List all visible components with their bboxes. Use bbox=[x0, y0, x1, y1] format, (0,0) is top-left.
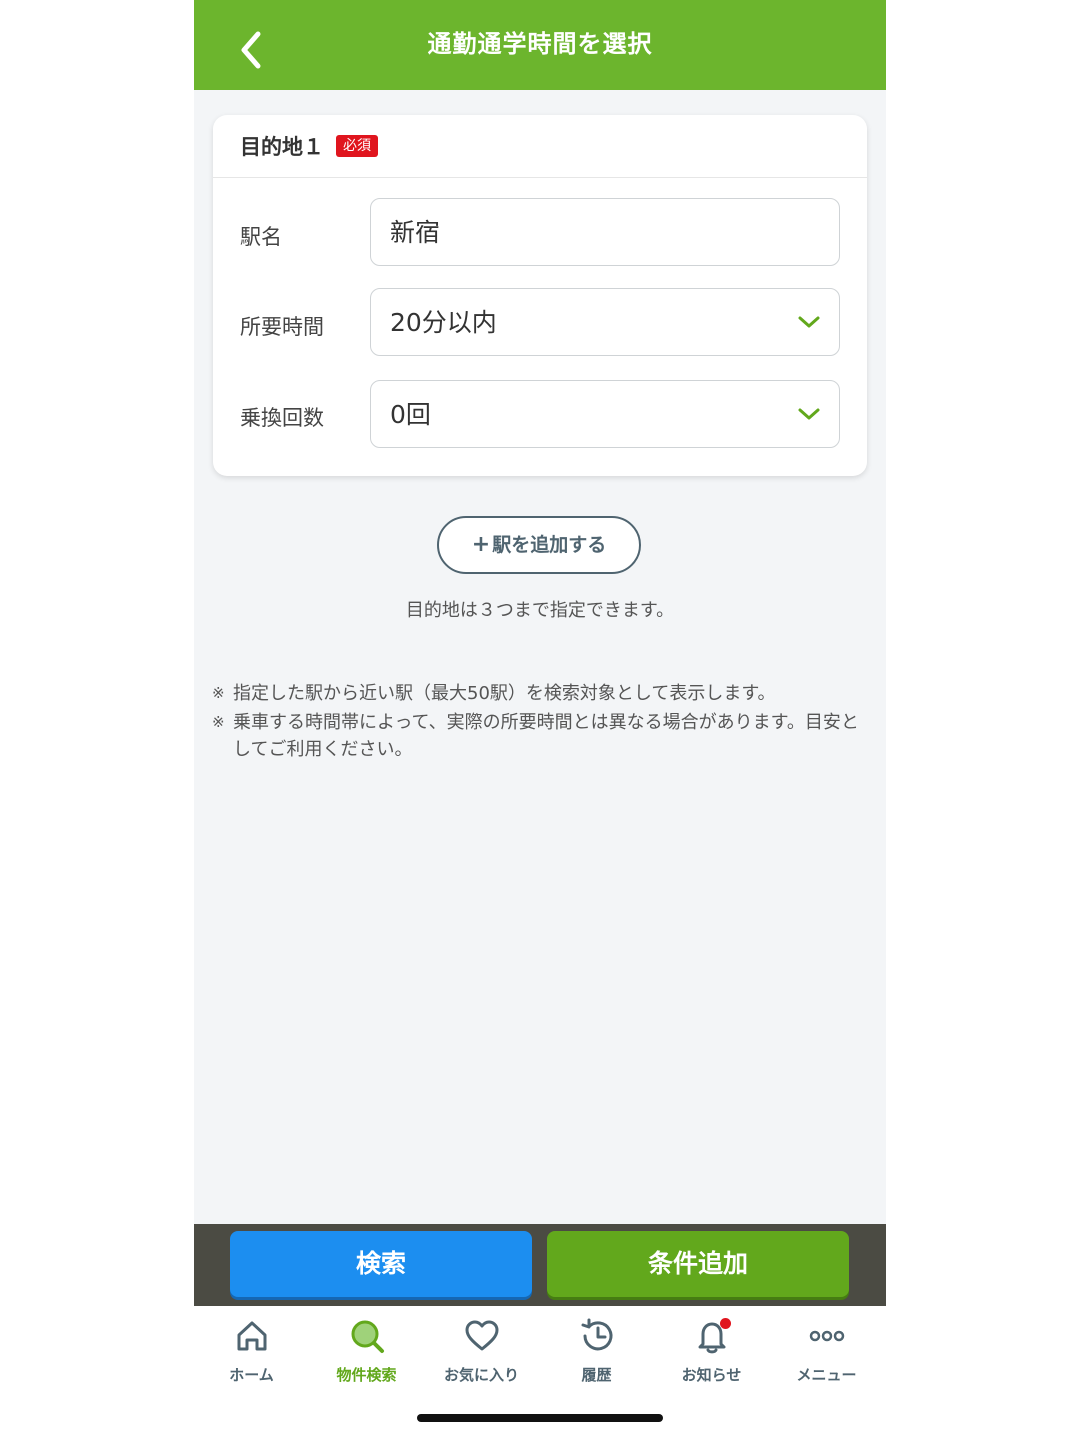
tab-notifications[interactable]: お知らせ bbox=[654, 1316, 769, 1396]
history-icon bbox=[581, 1318, 612, 1351]
tab-property-search[interactable]: 物件検索 bbox=[309, 1316, 424, 1396]
more-icon bbox=[809, 1330, 844, 1342]
tab-home-label: ホーム bbox=[229, 1366, 274, 1384]
tab-home[interactable]: ホーム bbox=[194, 1316, 309, 1396]
tab-history[interactable]: 履歴 bbox=[539, 1316, 654, 1396]
home-icon bbox=[237, 1321, 266, 1351]
plus-icon: + bbox=[471, 532, 491, 557]
tab-favorites[interactable]: お気に入り bbox=[424, 1316, 539, 1396]
header-bar: 通勤通学時間を選択 bbox=[194, 0, 886, 90]
transfers-select[interactable]: 0回 bbox=[370, 380, 840, 448]
tab-notifications-label: お知らせ bbox=[681, 1366, 742, 1384]
required-badge: 必須 bbox=[336, 135, 378, 157]
station-input[interactable]: 新宿 bbox=[370, 198, 840, 266]
transfers-value: 0回 bbox=[390, 400, 431, 429]
time-value: 20分以内 bbox=[390, 308, 497, 337]
heart-icon bbox=[465, 1320, 498, 1351]
add-station-label: 駅を追加する bbox=[492, 534, 607, 556]
chevron-down-icon bbox=[798, 316, 820, 328]
action-bar: 検索 条件追加 bbox=[194, 1224, 886, 1306]
home-indicator bbox=[417, 1414, 663, 1422]
notes: ※ 指定した駅から近い駅（最大50駅）を検索対象として表示します。 ※ 乗車する… bbox=[212, 680, 872, 765]
time-select[interactable]: 20分以内 bbox=[370, 288, 840, 356]
destination-limit-hint: 目的地は３つまで指定できます。 bbox=[405, 600, 675, 621]
note-text: 指定した駅から近い駅（最大50駅）を検索対象として表示します。 bbox=[233, 683, 776, 704]
time-label: 所要時間 bbox=[240, 315, 324, 339]
station-label: 駅名 bbox=[240, 225, 282, 249]
destination-card: 目的地１ 必須 駅名 新宿 所要時間 20分以内 乗換回数 0回 bbox=[213, 115, 867, 476]
chevron-down-icon bbox=[798, 408, 820, 420]
note-item: ※ 乗車する時間帯によって、実際の所要時間とは異なる場合があります。目安としてご… bbox=[212, 709, 872, 763]
note-text: 乗車する時間帯によって、実際の所要時間とは異なる場合があります。目安としてご利用… bbox=[233, 712, 859, 760]
note-mark: ※ bbox=[212, 684, 225, 702]
notification-dot bbox=[720, 1318, 731, 1329]
tab-menu[interactable]: メニュー bbox=[769, 1316, 884, 1396]
tab-menu-label: メニュー bbox=[796, 1366, 857, 1384]
tab-favorites-label: お気に入り bbox=[443, 1366, 519, 1384]
search-icon bbox=[351, 1320, 384, 1353]
station-value: 新宿 bbox=[390, 218, 441, 247]
destination-title: 目的地１ bbox=[240, 135, 324, 159]
search-button[interactable]: 検索 bbox=[230, 1231, 532, 1297]
page-title: 通勤通学時間を選択 bbox=[427, 30, 653, 58]
destination-card-header: 目的地１ 必須 bbox=[213, 115, 867, 178]
app-screen: 通勤通学時間を選択 目的地１ 必須 駅名 新宿 所要時間 20分以内 乗換回数 … bbox=[194, 0, 886, 1440]
add-condition-button[interactable]: 条件追加 bbox=[547, 1231, 849, 1297]
note-item: ※ 指定した駅から近い駅（最大50駅）を検索対象として表示します。 bbox=[212, 680, 872, 707]
note-mark: ※ bbox=[212, 713, 225, 731]
transfers-label: 乗換回数 bbox=[240, 406, 324, 430]
add-station-button[interactable]: + 駅を追加する bbox=[437, 516, 641, 574]
tab-property-search-label: 物件検索 bbox=[336, 1366, 397, 1384]
tab-history-label: 履歴 bbox=[581, 1366, 612, 1384]
